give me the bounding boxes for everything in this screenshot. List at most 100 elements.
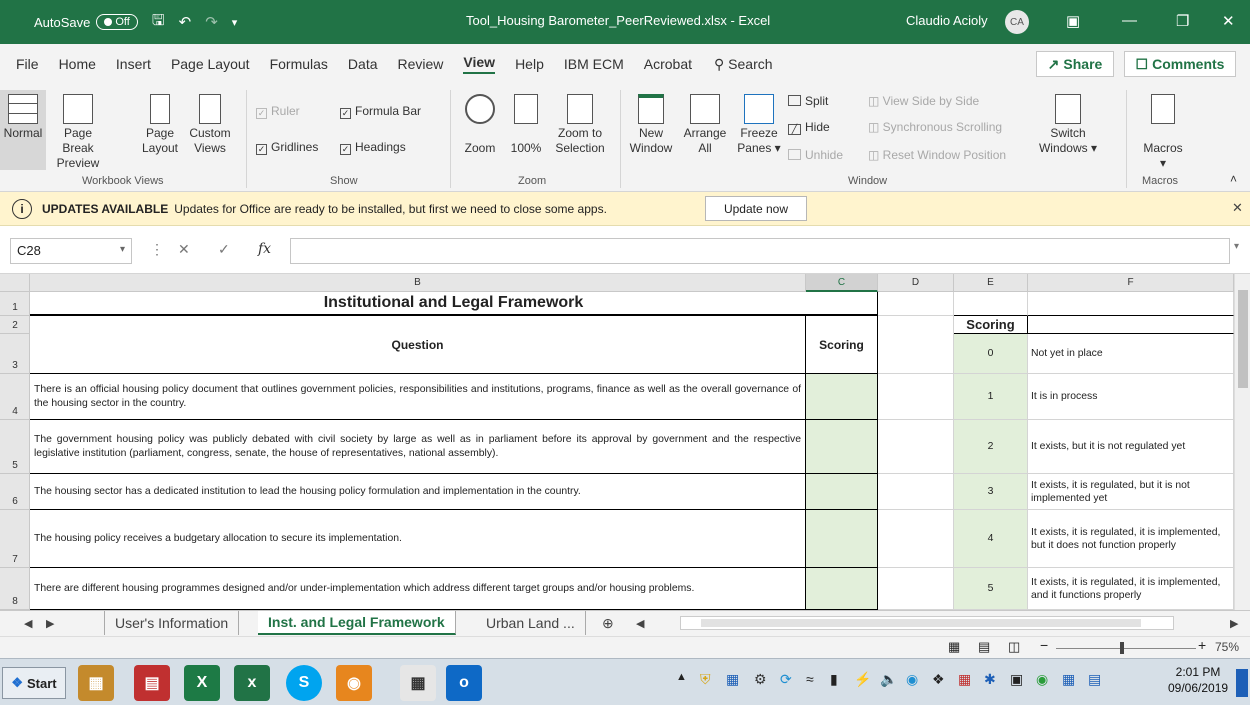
dropbox-icon[interactable]: ❖ — [932, 671, 945, 688]
legend-score-4[interactable]: 4 — [954, 510, 1028, 568]
undo-icon[interactable]: ↶ — [179, 13, 192, 31]
select-all-corner[interactable] — [0, 274, 30, 292]
legend-text-5[interactable]: It exists, it is regulated, it is implem… — [1028, 568, 1234, 610]
redo-icon[interactable]: ↷ — [205, 13, 218, 31]
row-header-4[interactable]: 4 — [0, 374, 30, 420]
ribbon-display-icon[interactable]: ▣ — [1066, 12, 1080, 30]
bluetooth-icon[interactable]: ✱ — [984, 671, 996, 688]
zoom-level[interactable]: 75% — [1215, 640, 1239, 654]
column-header-b[interactable]: B — [30, 274, 806, 292]
row-header-6[interactable]: 6 — [0, 474, 30, 510]
sheet-title[interactable]: Institutional and Legal Framework — [30, 292, 878, 316]
page-layout-view-button[interactable]: Page Layout — [138, 94, 182, 156]
scroll-right-icon[interactable]: ▶ — [1220, 611, 1248, 635]
app-tray-icon[interactable]: ▣ — [1010, 671, 1023, 688]
horizontal-scrollbar[interactable] — [680, 616, 1174, 630]
avatar[interactable]: CA — [1005, 10, 1029, 34]
vertical-scrollbar[interactable] — [1234, 274, 1250, 610]
volume-icon[interactable]: 🔈 — [880, 671, 897, 688]
page-break-preview-button[interactable]: Page Break Preview — [48, 94, 108, 171]
row-header-1[interactable]: 1 — [0, 292, 30, 316]
power-icon[interactable]: ⚡ — [854, 671, 871, 688]
cell-d2[interactable] — [878, 316, 954, 374]
scroll-thumb[interactable] — [1238, 290, 1248, 388]
network-icon[interactable]: ▦ — [726, 671, 739, 688]
score-input-2[interactable] — [806, 420, 878, 474]
macros-button[interactable]: Macros ▾ — [1136, 94, 1190, 171]
cell-f1[interactable] — [1028, 292, 1234, 316]
zoom-100-button[interactable]: 100% — [506, 94, 546, 156]
custom-views-button[interactable]: Custom Views — [184, 94, 236, 156]
score-input-1[interactable] — [806, 374, 878, 420]
tab-view[interactable]: View — [463, 54, 496, 74]
legend-score-3[interactable]: 3 — [954, 474, 1028, 510]
legend-text-1[interactable]: It is in process — [1028, 374, 1234, 420]
shield-icon[interactable]: ⛨ — [700, 671, 711, 688]
page-layout-icon[interactable]: ▤ — [978, 639, 990, 655]
chevron-down-icon[interactable]: ▾ — [120, 244, 125, 255]
legend-text-2[interactable]: It exists, but it is not regulated yet — [1028, 420, 1234, 474]
tab-insert[interactable]: Insert — [116, 56, 151, 72]
next-sheet-icon[interactable]: ▶ — [36, 611, 64, 635]
split-button[interactable]: Split — [788, 94, 828, 109]
tab-review[interactable]: Review — [398, 56, 444, 72]
add-sheet-icon[interactable]: ⊕ — [592, 611, 624, 635]
row-header-8[interactable]: 8 — [0, 568, 30, 610]
tab-file[interactable]: File — [16, 56, 39, 72]
system-clock[interactable]: 2:01 PM 09/06/2019 — [1168, 664, 1228, 696]
start-button[interactable]: ❖ Start — [2, 667, 66, 699]
skype-tray-icon[interactable]: ◉ — [906, 671, 918, 688]
outlook-icon[interactable]: o — [446, 665, 482, 701]
switch-windows-button[interactable]: Switch Windows ▾ — [1036, 94, 1100, 156]
name-box[interactable]: C28 ▾ — [10, 238, 132, 264]
gridlines-checkbox[interactable]: ✓ Gridlines — [256, 140, 318, 155]
legend-text-4[interactable]: It exists, it is regulated, it is implem… — [1028, 510, 1234, 568]
column-header-c[interactable]: C — [806, 274, 878, 292]
chrome-icon[interactable]: ◉ — [1036, 671, 1048, 688]
enter-icon[interactable]: ✓ — [218, 241, 230, 258]
worksheet-grid[interactable]: B C D E F 1 2 3 4 5 6 7 8 Institutional … — [0, 274, 1250, 610]
save-icon[interactable]: 🖫 — [152, 10, 165, 35]
pdf-app-icon[interactable]: ▤ — [134, 665, 170, 701]
insert-function-icon[interactable]: fx — [258, 241, 271, 257]
cell-e1[interactable] — [954, 292, 1028, 316]
row-header-2[interactable]: 2 — [0, 316, 30, 334]
formula-input[interactable] — [290, 238, 1230, 264]
cell-d1[interactable] — [878, 292, 954, 316]
close-icon[interactable]: ✕ — [1222, 12, 1235, 30]
scoring-header[interactable]: Scoring — [806, 316, 878, 374]
zoom-button[interactable]: Zoom — [458, 94, 502, 156]
expand-formula-bar-icon[interactable]: ▾ — [1234, 241, 1239, 252]
cell-d6[interactable] — [878, 474, 954, 510]
battery-icon[interactable]: ▮ — [830, 671, 838, 688]
question-cell-4[interactable]: The housing policy receives a budgetary … — [30, 510, 806, 568]
synchronous-scrolling-button[interactable]: ◫ Synchronous Scrolling — [868, 120, 1002, 135]
tab-acrobat[interactable]: Acrobat — [644, 56, 692, 72]
settings-icon[interactable]: ⚙ — [754, 671, 767, 688]
legend-score-2[interactable]: 2 — [954, 420, 1028, 474]
legend-score-1[interactable]: 1 — [954, 374, 1028, 420]
sheet-tab-urban-land[interactable]: Urban Land ... — [476, 611, 586, 635]
show-desktop-button[interactable] — [1236, 669, 1248, 697]
sheet-tab-users-information[interactable]: User's Information — [104, 611, 240, 635]
score-input-4[interactable] — [806, 510, 878, 568]
customize-toolbar-icon[interactable]: ▾ — [232, 16, 238, 29]
zoom-slider[interactable] — [1056, 648, 1196, 649]
tray-expand-icon[interactable]: ▲ — [676, 671, 687, 683]
column-header-e[interactable]: E — [954, 274, 1028, 292]
cell-d7[interactable] — [878, 510, 954, 568]
headings-checkbox[interactable]: ✓ Headings — [340, 140, 406, 155]
new-window-button[interactable]: New Window — [628, 94, 674, 156]
cancel-icon[interactable]: ✕ — [178, 241, 190, 258]
legend-header[interactable]: Scoring — [954, 316, 1028, 334]
zoom-out-icon[interactable]: − — [1040, 637, 1048, 653]
unhide-button[interactable]: Unhide — [788, 148, 843, 163]
collapse-ribbon-icon[interactable]: ˄ — [1230, 172, 1237, 187]
comments-button[interactable]: ☐ Comments — [1124, 51, 1236, 77]
zoom-to-selection-button[interactable]: Zoom to Selection — [548, 94, 612, 156]
arrange-all-button[interactable]: Arrange All — [678, 94, 732, 156]
legend-text-0[interactable]: Not yet in place — [1028, 334, 1234, 374]
close-icon[interactable]: ✕ — [1232, 200, 1243, 216]
wifi-icon[interactable]: ≈ — [806, 671, 814, 687]
legend-score-5[interactable]: 5 — [954, 568, 1028, 610]
